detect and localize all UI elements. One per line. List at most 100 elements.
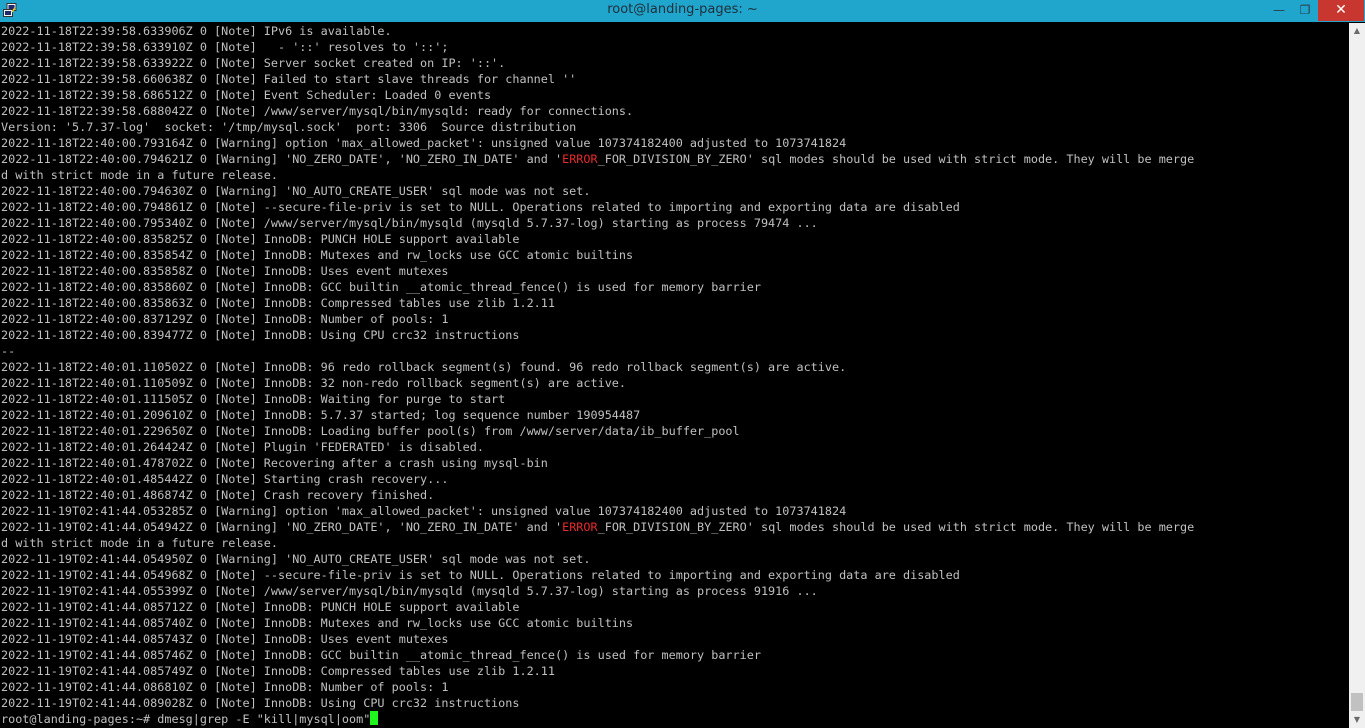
log-line: 2022-11-18T22:40:01.478702Z 0 [Note] Rec…: [1, 455, 1349, 471]
log-line: 2022-11-18T22:39:58.633910Z 0 [Note] - '…: [1, 39, 1349, 55]
log-text: 2022-11-18T22:40:01.229650Z 0 [Note] Inn…: [1, 424, 740, 438]
log-text: 2022-11-19T02:41:44.053285Z 0 [Warning] …: [1, 504, 847, 518]
log-line: 2022-11-18T22:40:00.835825Z 0 [Note] Inn…: [1, 231, 1349, 247]
log-text: 2022-11-18T22:40:01.485442Z 0 [Note] Sta…: [1, 472, 449, 486]
log-line: 2022-11-18T22:40:00.795340Z 0 [Note] /ww…: [1, 215, 1349, 231]
log-text: 2022-11-19T02:41:44.055399Z 0 [Note] /ww…: [1, 584, 818, 598]
log-line: 2022-11-19T02:41:44.085746Z 0 [Note] Inn…: [1, 647, 1349, 663]
log-line: 2022-11-18T22:40:00.839477Z 0 [Note] Inn…: [1, 327, 1349, 343]
terminal-output[interactable]: 2022-11-18T22:39:58.633906Z 0 [Note] IPv…: [0, 23, 1349, 728]
log-line: 2022-11-18T22:39:58.688042Z 0 [Note] /ww…: [1, 103, 1349, 119]
log-text: 2022-11-19T02:41:44.085743Z 0 [Note] Inn…: [1, 632, 449, 646]
log-text: 2022-11-18T22:40:00.835860Z 0 [Note] Inn…: [1, 280, 761, 294]
log-text: 2022-11-18T22:40:01.264424Z 0 [Note] Plu…: [1, 440, 484, 454]
log-line: 2022-11-18T22:40:01.264424Z 0 [Note] Plu…: [1, 439, 1349, 455]
log-text: --: [1, 344, 16, 358]
log-line: 2022-11-18T22:40:00.835858Z 0 [Note] Inn…: [1, 263, 1349, 279]
log-text: _FOR_DIVISION_BY_ZERO' sql modes should …: [597, 520, 1195, 534]
log-text: 2022-11-19T02:41:44.085740Z 0 [Note] Inn…: [1, 616, 634, 630]
log-line: 2022-11-18T22:40:01.110509Z 0 [Note] Inn…: [1, 375, 1349, 391]
log-line: d with strict mode in a future release.: [1, 535, 1349, 551]
log-line: 2022-11-18T22:40:00.837129Z 0 [Note] Inn…: [1, 311, 1349, 327]
log-line: 2022-11-18T22:40:00.835863Z 0 [Note] Inn…: [1, 295, 1349, 311]
log-text: 2022-11-18T22:40:00.793164Z 0 [Warning] …: [1, 136, 847, 150]
log-line: 2022-11-19T02:41:44.086810Z 0 [Note] Inn…: [1, 679, 1349, 695]
log-line: 2022-11-18T22:40:01.485442Z 0 [Note] Sta…: [1, 471, 1349, 487]
text-cursor: [370, 711, 379, 725]
log-line: 2022-11-19T02:41:44.085740Z 0 [Note] Inn…: [1, 615, 1349, 631]
vertical-scrollbar[interactable]: ▲ ▼: [1349, 23, 1365, 728]
log-line: 2022-11-19T02:41:44.054950Z 0 [Warning] …: [1, 551, 1349, 567]
log-line: 2022-11-18T22:39:58.633922Z 0 [Note] Ser…: [1, 55, 1349, 71]
log-line: 2022-11-18T22:40:01.209610Z 0 [Note] Inn…: [1, 407, 1349, 423]
log-line: 2022-11-18T22:40:01.110502Z 0 [Note] Inn…: [1, 359, 1349, 375]
log-text: 2022-11-18T22:40:00.835825Z 0 [Note] Inn…: [1, 232, 520, 246]
log-text: 2022-11-18T22:40:00.837129Z 0 [Note] Inn…: [1, 312, 449, 326]
log-text: Version: '5.7.37-log' socket: '/tmp/mysq…: [1, 120, 577, 134]
shell-prompt: root@landing-pages:~#: [1, 712, 158, 726]
log-text: 2022-11-19T02:41:44.085746Z 0 [Note] Inn…: [1, 648, 761, 662]
log-text: 2022-11-19T02:41:44.054968Z 0 [Note] --s…: [1, 568, 960, 582]
log-line: 2022-11-19T02:41:44.054942Z 0 [Warning] …: [1, 519, 1349, 535]
window-title: root@landing-pages: ~: [607, 2, 758, 17]
log-text: 2022-11-18T22:40:01.111505Z 0 [Note] Inn…: [1, 392, 506, 406]
log-text: 2022-11-19T02:41:44.054950Z 0 [Warning] …: [1, 552, 591, 566]
log-line: 2022-11-19T02:41:44.053285Z 0 [Warning] …: [1, 503, 1349, 519]
log-text: 2022-11-18T22:40:00.794621Z 0 [Warning] …: [1, 152, 563, 166]
log-line: 2022-11-18T22:40:00.793164Z 0 [Warning] …: [1, 135, 1349, 151]
log-text: 2022-11-18T22:39:58.688042Z 0 [Note] /ww…: [1, 104, 634, 118]
log-line: 2022-11-18T22:40:01.111505Z 0 [Note] Inn…: [1, 391, 1349, 407]
log-line: 2022-11-18T22:40:00.835854Z 0 [Note] Inn…: [1, 247, 1349, 263]
log-text: 2022-11-19T02:41:44.089028Z 0 [Note] Inn…: [1, 696, 520, 710]
log-text: d with strict mode in a future release.: [1, 536, 278, 550]
log-text: 2022-11-18T22:40:01.110502Z 0 [Note] Inn…: [1, 360, 847, 374]
log-line: --: [1, 343, 1349, 359]
log-text: 2022-11-19T02:41:44.086810Z 0 [Note] Inn…: [1, 680, 449, 694]
scrollbar-thumb[interactable]: [1351, 693, 1363, 711]
log-line: 2022-11-18T22:39:58.660638Z 0 [Note] Fai…: [1, 71, 1349, 87]
scroll-up-icon[interactable]: ▲: [1349, 23, 1365, 39]
log-line: 2022-11-18T22:39:58.686512Z 0 [Note] Eve…: [1, 87, 1349, 103]
log-text: 2022-11-18T22:40:00.835863Z 0 [Note] Inn…: [1, 296, 555, 310]
log-text: 2022-11-19T02:41:44.085749Z 0 [Note] Inn…: [1, 664, 555, 678]
command-input[interactable]: dmesg|grep -E "kill|mysql|oom": [157, 712, 370, 726]
log-line: 2022-11-18T22:40:00.794861Z 0 [Note] --s…: [1, 199, 1349, 215]
log-line: 2022-11-18T22:40:01.486874Z 0 [Note] Cra…: [1, 487, 1349, 503]
log-text: 2022-11-19T02:41:44.085712Z 0 [Note] Inn…: [1, 600, 520, 614]
log-line: 2022-11-18T22:40:00.794621Z 0 [Warning] …: [1, 151, 1349, 167]
log-text: 2022-11-18T22:40:01.486874Z 0 [Note] Cra…: [1, 488, 435, 502]
log-text: 2022-11-18T22:39:58.686512Z 0 [Note] Eve…: [1, 88, 492, 102]
highlighted-text: ERROR: [562, 520, 598, 534]
log-line: 2022-11-18T22:40:01.229650Z 0 [Note] Inn…: [1, 423, 1349, 439]
log-text: 2022-11-19T02:41:44.054942Z 0 [Warning] …: [1, 520, 563, 534]
close-button[interactable]: ✕: [1318, 0, 1364, 21]
log-line: 2022-11-18T22:40:00.794630Z 0 [Warning] …: [1, 183, 1349, 199]
log-text: d with strict mode in a future release.: [1, 168, 278, 182]
log-line: 2022-11-18T22:40:00.835860Z 0 [Note] Inn…: [1, 279, 1349, 295]
log-text: 2022-11-18T22:40:00.839477Z 0 [Note] Inn…: [1, 328, 520, 342]
log-line: 2022-11-19T02:41:44.085749Z 0 [Note] Inn…: [1, 663, 1349, 679]
maximize-button[interactable]: ❐: [1292, 0, 1318, 20]
highlighted-text: ERROR: [562, 152, 598, 166]
scroll-down-icon[interactable]: ▼: [1349, 712, 1365, 728]
log-text: 2022-11-18T22:39:58.633906Z 0 [Note] IPv…: [1, 24, 392, 38]
command-line[interactable]: root@landing-pages:~# dmesg|grep -E "kil…: [1, 711, 1349, 727]
log-text: 2022-11-18T22:40:00.795340Z 0 [Note] /ww…: [1, 216, 818, 230]
log-text: 2022-11-18T22:40:01.110509Z 0 [Note] Inn…: [1, 376, 627, 390]
log-line: Version: '5.7.37-log' socket: '/tmp/mysq…: [1, 119, 1349, 135]
log-line: d with strict mode in a future release.: [1, 167, 1349, 183]
log-text: 2022-11-18T22:39:58.633922Z 0 [Note] Ser…: [1, 56, 506, 70]
log-text: 2022-11-18T22:39:58.660638Z 0 [Note] Fai…: [1, 72, 577, 86]
log-line: 2022-11-19T02:41:44.085743Z 0 [Note] Inn…: [1, 631, 1349, 647]
log-text: _FOR_DIVISION_BY_ZERO' sql modes should …: [597, 152, 1195, 166]
log-text: 2022-11-18T22:40:01.209610Z 0 [Note] Inn…: [1, 408, 641, 422]
log-text: 2022-11-18T22:40:01.478702Z 0 [Note] Rec…: [1, 456, 548, 470]
log-line: 2022-11-18T22:39:58.633906Z 0 [Note] IPv…: [1, 23, 1349, 39]
log-text: 2022-11-18T22:40:00.794630Z 0 [Warning] …: [1, 184, 591, 198]
log-line: 2022-11-19T02:41:44.054968Z 0 [Note] --s…: [1, 567, 1349, 583]
log-line: 2022-11-19T02:41:44.089028Z 0 [Note] Inn…: [1, 695, 1349, 711]
log-text: 2022-11-18T22:40:00.835854Z 0 [Note] Inn…: [1, 248, 634, 262]
title-bar[interactable]: root@landing-pages: ~ — ❐ ✕: [0, 0, 1365, 22]
log-text: 2022-11-18T22:40:00.794861Z 0 [Note] --s…: [1, 200, 960, 214]
minimize-button[interactable]: —: [1266, 0, 1292, 20]
